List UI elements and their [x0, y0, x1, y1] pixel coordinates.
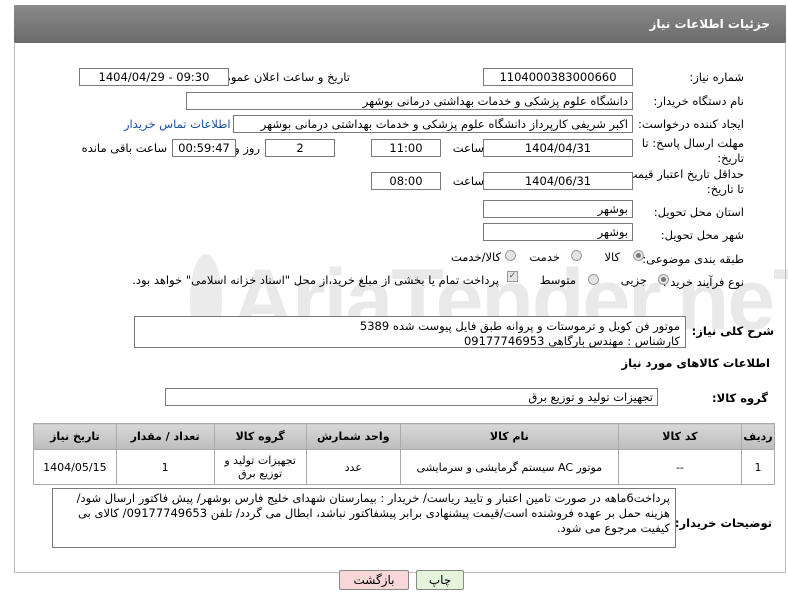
- back-button[interactable]: بازگشت: [339, 570, 409, 590]
- buyer-notes-label: توضیحات خریدار:: [674, 516, 772, 530]
- col-unit: واحد شمارش: [305, 423, 401, 450]
- col-goods-name: نام کالا: [399, 423, 619, 450]
- category-radio-service[interactable]: [571, 250, 582, 261]
- process-option-medium: متوسط: [539, 273, 576, 287]
- validity-label-date: تا تاریخ:: [706, 182, 744, 196]
- category-option-goods-service: کالا/خدمت: [450, 250, 501, 264]
- city-field: بوشهر: [483, 223, 633, 241]
- category-option-goods: کالا: [604, 250, 620, 264]
- deadline-time-label: ساعت: [452, 141, 484, 155]
- province-field: بوشهر: [483, 200, 633, 218]
- cell-quantity: 1: [115, 449, 215, 485]
- category-radio-goods-service[interactable]: [505, 250, 516, 261]
- panel-header: جزئیات اطلاعات نیاز: [14, 5, 786, 43]
- process-label: نوع فرآیند خرید :: [662, 275, 744, 289]
- goods-table: تاریخ نیاز تعداد / مقدار گروه کالا واحد …: [33, 423, 775, 485]
- cell-unit: عدد: [305, 449, 401, 485]
- creator-label: ایجاد کننده درخواست:: [638, 117, 744, 131]
- col-quantity: تعداد / مقدار: [115, 423, 215, 450]
- validity-time-label: ساعت: [452, 174, 484, 188]
- col-row: ردیف: [741, 423, 775, 450]
- cell-need-date: 1404/05/15: [33, 449, 117, 485]
- col-goods-group: گروه کالا: [213, 423, 307, 450]
- description-textarea[interactable]: موتور فن کویل و ترموستات و پروانه طبق فا…: [134, 316, 686, 348]
- buyer-org-label: نام دستگاه خریدار:: [653, 94, 744, 108]
- buyer-org-field: دانشگاه علوم پزشکی و خدمات بهداشتی درمان…: [186, 92, 633, 110]
- deadline-label-date: تاریخ:: [717, 151, 744, 165]
- cell-goods-code: --: [617, 449, 743, 485]
- buyer-notes-textarea[interactable]: پرداخت6ماهه در صورت تامین اعتبار و تایید…: [52, 488, 676, 548]
- need-number-field: 1104000383000660: [483, 68, 633, 86]
- category-label: طبقه بندی موضوعی:: [642, 252, 744, 266]
- days-field: 2: [265, 139, 335, 157]
- cell-row: 1: [741, 449, 775, 485]
- remaining-time-field: 00:59:47: [172, 139, 236, 157]
- cell-goods-group: تجهیزات تولید و توزیع برق: [213, 449, 307, 485]
- description-line-1: موتور فن کویل و ترموستات و پروانه طبق فا…: [359, 319, 680, 333]
- panel-title: جزئیات اطلاعات نیاز: [649, 17, 770, 31]
- validity-date-field: 1404/06/31: [483, 172, 633, 190]
- cell-goods-name: موتور AC سیستم گرمایشی و سرمایشی: [399, 449, 619, 485]
- deadline-label: مهلت ارسال پاسخ: تا: [641, 136, 744, 150]
- goods-section-title: اطلاعات کالاهای مورد نیاز: [621, 356, 770, 370]
- remaining-label: ساعت باقی مانده: [81, 141, 167, 155]
- creator-field: اکبر شریفی کارپرداز دانشگاه علوم پزشکی و…: [233, 115, 633, 133]
- goods-group-label: گروه کالا:: [712, 391, 768, 405]
- announce-field: 1404/04/29 - 09:30: [79, 68, 229, 86]
- announce-label: تاریخ و ساعت اعلان عمومی:: [211, 70, 350, 84]
- process-radio-medium[interactable]: [588, 274, 599, 285]
- province-label: استان محل تحویل:: [653, 205, 744, 219]
- category-radio-goods[interactable]: [633, 250, 644, 261]
- description-label: شرح کلی نیاز:: [691, 324, 774, 338]
- deadline-time-field: 11:00: [371, 139, 441, 157]
- process-radio-minor[interactable]: [658, 274, 669, 285]
- treasury-note: پرداخت تمام یا بخشی از مبلغ خرید،از محل …: [132, 273, 499, 287]
- col-need-date: تاریخ نیاز: [33, 423, 117, 450]
- need-number-label: شماره نیاز:: [689, 70, 744, 84]
- col-goods-code: کد کالا: [617, 423, 743, 450]
- contact-buyer-link[interactable]: اطلاعات تماس خریدار: [124, 117, 231, 131]
- print-button[interactable]: چاپ: [416, 570, 464, 590]
- process-option-minor: جزیی: [620, 273, 647, 287]
- validity-time-field: 08:00: [371, 172, 441, 190]
- treasury-checkbox[interactable]: ✓: [507, 271, 518, 282]
- goods-table-header: تاریخ نیاز تعداد / مقدار گروه کالا واحد …: [33, 423, 775, 450]
- days-label: روز و: [234, 141, 260, 155]
- goods-group-field: تجهیزات تولید و توزیع برق: [165, 388, 658, 406]
- description-line-2: کارشناس : مهندس بارگاهی 09177746953: [463, 334, 680, 348]
- deadline-date-field: 1404/04/31: [483, 139, 633, 157]
- category-option-service: خدمت: [529, 250, 560, 264]
- city-label: شهر محل تحویل:: [660, 228, 744, 242]
- table-row: 1404/05/15 1 تجهیزات تولید و توزیع برق ع…: [33, 449, 775, 485]
- validity-label: حداقل تاریخ اعتبار قیمت:: [622, 167, 744, 181]
